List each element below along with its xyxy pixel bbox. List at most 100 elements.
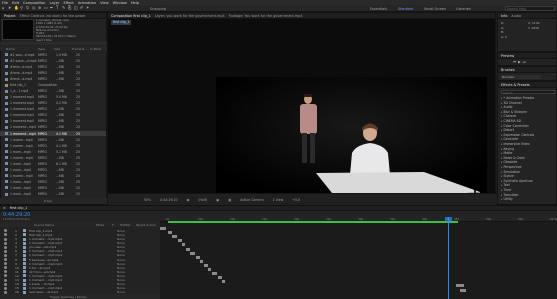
selection-tool-icon[interactable]: ➤ xyxy=(8,6,12,10)
brush-tool-icon[interactable]: ✎ xyxy=(62,6,66,10)
project-item[interactable]: 1 moment.mp4 MPEG ...MB 25 xyxy=(0,113,106,119)
tab-footage[interactable]: Footage: You work for the government.mp4 xyxy=(229,14,303,18)
region-of-interest-icon[interactable]: ▣ xyxy=(216,198,219,202)
layer-duration-bar[interactable] xyxy=(200,259,203,263)
rotate-tool-icon[interactable]: ↻ xyxy=(26,6,30,10)
tab-effect-controls[interactable]: Effect Controls (no work) for the power xyxy=(20,14,86,18)
workspace-small-screen[interactable]: Small Screen xyxy=(424,7,446,11)
effects-category[interactable]: Generate xyxy=(501,137,518,141)
timeline-column-header[interactable]: Mode xyxy=(96,223,104,227)
tab-audio[interactable]: Audio xyxy=(511,14,521,18)
effects-title[interactable]: Effects & Presets xyxy=(501,83,530,87)
type-tool-icon[interactable]: T xyxy=(56,6,60,10)
layer-duration-bar[interactable] xyxy=(218,276,222,280)
layer-duration-bar[interactable] xyxy=(182,243,185,247)
bit-depth-indicator[interactable]: 8 bpc xyxy=(44,199,52,203)
project-item[interactable]: 1 moment.mp4 MPEG ...MB 25 xyxy=(0,106,106,112)
layer-duration-bar[interactable] xyxy=(460,288,466,292)
effects-search-input[interactable]: Search xyxy=(501,90,555,95)
effects-category[interactable]: Synthetic Aperture xyxy=(501,179,533,183)
eraser-tool-icon[interactable]: ◫ xyxy=(74,6,78,10)
layer-duration-bar[interactable] xyxy=(178,239,182,243)
effects-category[interactable]: Perspective xyxy=(501,165,522,169)
pan-behind-tool-icon[interactable]: ⊕ xyxy=(38,6,42,10)
resolution-select[interactable]: (Half) xyxy=(198,198,207,202)
effects-category[interactable]: CINEMA 4D xyxy=(501,119,521,123)
project-item[interactable]: 1 mom...mp4 MPEG ...MB 25 xyxy=(0,167,106,173)
menu-item-composition[interactable]: Composition xyxy=(23,1,45,5)
project-item[interactable]: 1 moment...mp4 MPEG ...MB 25 xyxy=(0,125,106,131)
menu-item-animation[interactable]: Animation xyxy=(78,1,96,5)
effects-category[interactable]: * Animation Presets xyxy=(501,96,535,100)
timeline-close-icon[interactable]: × xyxy=(3,206,6,210)
layer-duration-bar[interactable] xyxy=(160,227,166,230)
menu-item-file[interactable]: File xyxy=(2,1,8,5)
puppet-tool-icon[interactable]: ✶ xyxy=(86,6,90,10)
zoom-select[interactable]: 50% xyxy=(144,198,151,202)
effects-category[interactable]: Expression Controls xyxy=(501,133,535,137)
effects-category[interactable]: Simulation xyxy=(501,170,520,174)
layer-duration-bar[interactable] xyxy=(196,255,200,259)
tab-project[interactable]: Project xyxy=(4,14,16,18)
playhead-handle[interactable] xyxy=(445,217,452,222)
layer-duration-bar[interactable] xyxy=(456,284,464,288)
effects-category[interactable]: Stylize xyxy=(501,174,514,178)
shape-tool-icon[interactable]: ▭ xyxy=(44,6,48,10)
last-frame-icon[interactable]: ⏭ xyxy=(523,60,528,64)
views-select[interactable]: 1 View xyxy=(273,198,284,202)
tab-info[interactable]: Info xyxy=(501,14,507,18)
snapping-toggle[interactable]: Snapping xyxy=(150,7,166,11)
layer-duration-bar[interactable] xyxy=(208,268,211,271)
effects-category[interactable]: Color Correction xyxy=(501,124,529,128)
project-item[interactable]: 1 moment.mp4 MPEG 5.4 MB 25 xyxy=(0,94,106,100)
effects-category[interactable]: Time xyxy=(501,188,512,192)
menu-item-edit[interactable]: Edit xyxy=(12,1,19,5)
project-item[interactable]: #1 woo...d.mp4 MPEG 1.9 MB 25 xyxy=(0,52,106,58)
transparency-grid-icon[interactable]: ▦ xyxy=(228,198,231,202)
search-help-field[interactable]: Search Help xyxy=(505,6,555,11)
exposure-value[interactable]: +0.0 xyxy=(292,198,300,202)
preview-title[interactable]: Preview xyxy=(501,54,514,58)
effects-category[interactable]: Blur & Sharpen xyxy=(501,110,528,114)
playhead[interactable] xyxy=(448,217,449,299)
project-item[interactable]: 1 mom...mp4 MPEG 6.1 MB 25 xyxy=(0,161,106,167)
effects-category[interactable]: Text xyxy=(501,183,510,187)
clone-stamp-tool-icon[interactable]: ⎘ xyxy=(68,6,72,10)
project-item[interactable]: 1 mom...mp4 MPEG ...MB 25 xyxy=(0,185,106,191)
project-search[interactable] xyxy=(0,42,107,45)
project-item[interactable]: 1 mom...mp4 MPEG ...MB 25 xyxy=(0,191,106,197)
project-item[interactable]: 1 mome...mp4 MPEG 4.1 MB 25 xyxy=(0,143,106,149)
tab-layer[interactable]: Layer: you work for the government.mp4 xyxy=(155,14,225,18)
project-column-header[interactable]: Frame R... xyxy=(72,47,87,51)
project-item[interactable]: #hme...d.mp4 MPEG ...MB 25 xyxy=(0,70,106,76)
effects-category[interactable]: Noise & Grain xyxy=(501,156,525,160)
menu-item-window[interactable]: Window xyxy=(113,1,127,5)
effects-category[interactable]: Transition xyxy=(501,193,519,197)
project-item[interactable]: 1 moment.mp4 MPEG 4.2 MB 25 xyxy=(0,100,106,106)
effects-category[interactable]: Matte xyxy=(501,151,513,155)
camera-snapshot-icon[interactable]: ◉ xyxy=(187,198,190,202)
timeline-column-header[interactable]: Source Name xyxy=(34,223,54,227)
project-item[interactable]: 1 moment.mp4 MPEG ...MB 25 xyxy=(0,119,106,125)
workspace-libraries[interactable]: Libraries xyxy=(456,7,471,11)
layer-duration-bar[interactable] xyxy=(186,247,190,251)
project-item[interactable]: 1 moment...mp4 MPEG 4.1 MB 25 xyxy=(0,130,106,137)
effects-category[interactable]: Immersive Video xyxy=(501,142,530,146)
layer-duration-bar[interactable] xyxy=(190,251,195,255)
layer-duration-bar[interactable] xyxy=(168,231,172,235)
menu-item-help[interactable]: Help xyxy=(131,1,139,5)
brushes-select[interactable]: Brushes xyxy=(501,75,541,79)
layer-duration-bar[interactable] xyxy=(204,263,208,267)
project-item[interactable]: #hme...d.mp4 MPEG ...MB 25 xyxy=(0,76,106,82)
project-item[interactable]: 1 mom...mp4 MPEG 5.1 MB 25 xyxy=(0,149,106,155)
roto-brush-tool-icon[interactable]: ✐ xyxy=(80,6,84,10)
workspace-standard[interactable]: Standard xyxy=(398,7,413,11)
menu-item-view[interactable]: View xyxy=(100,1,109,5)
hand-tool-icon[interactable]: ✋ xyxy=(14,6,19,10)
viewer-timecode[interactable]: 0:44:29:20 xyxy=(160,198,177,202)
effects-category[interactable]: Obsolete xyxy=(501,160,518,164)
project-item[interactable]: 1 mom...mp4 MPEG ...MB 25 xyxy=(0,179,106,185)
layer-duration-bar[interactable] xyxy=(212,272,217,276)
tab-timeline-comp[interactable]: first clip_1 xyxy=(10,206,27,210)
composition-canvas[interactable] xyxy=(216,77,487,205)
